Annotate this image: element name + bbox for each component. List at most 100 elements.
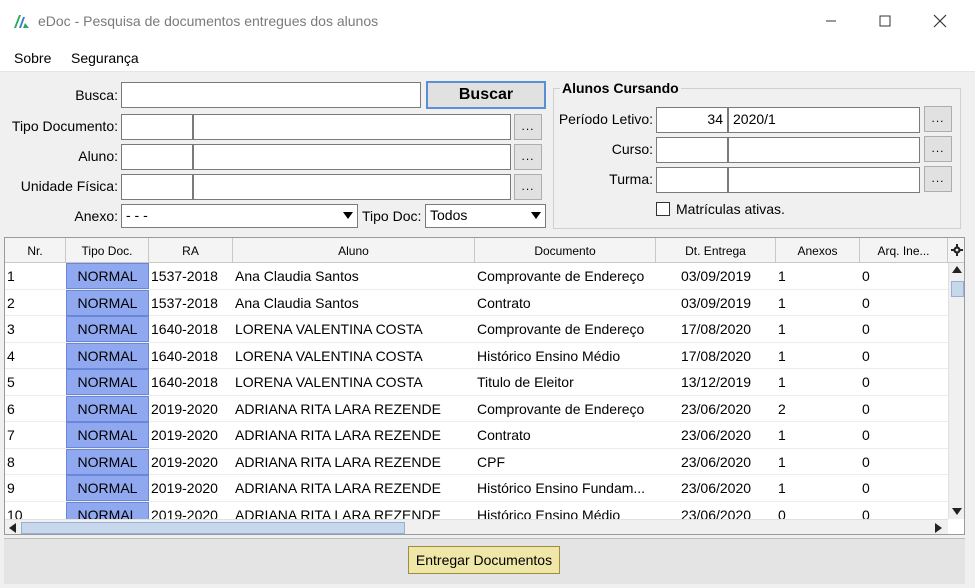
scroll-up-icon[interactable] (952, 266, 962, 273)
tipo-documento-name-input[interactable] (193, 114, 511, 140)
cell-ra: 2019-2020 (151, 453, 218, 470)
vertical-scroll-thumb[interactable] (951, 281, 964, 297)
curso-name-input[interactable] (728, 137, 920, 163)
cell-dt-entrega: 23/06/2020 (680, 453, 752, 470)
table-row[interactable]: 3 NORMAL 1640-2018 LORENA VALENTINA COST… (5, 316, 948, 343)
table-row[interactable]: 6 NORMAL 2019-2020 ADRIANA RITA LARA REZ… (5, 395, 948, 422)
tipo-doc-label: Tipo Doc: (362, 208, 422, 224)
scroll-left-icon[interactable] (9, 523, 16, 533)
tipo-documento-code-input[interactable] (121, 114, 193, 140)
tipo-doc-select[interactable]: Todos (425, 204, 546, 228)
menu-seguranca[interactable]: Segurança (71, 50, 139, 66)
column-header-documento[interactable]: Documento (475, 238, 656, 263)
column-header-arq-ine[interactable]: Arq. Ine... (860, 238, 948, 263)
scroll-right-icon[interactable] (935, 523, 942, 533)
cell-nr: 7 (7, 427, 15, 443)
cell-arq-ine: 0 (862, 347, 870, 364)
busca-label: Busca: (75, 87, 118, 103)
busca-input[interactable] (121, 82, 421, 108)
cell-tipo-doc: NORMAL (66, 316, 149, 342)
cell-tipo-doc: NORMAL (66, 342, 149, 369)
curso-code-input[interactable] (656, 137, 728, 163)
window-title: eDoc - Pesquisa de documentos entregues … (38, 13, 379, 29)
scroll-down-icon[interactable] (952, 508, 962, 515)
table-row[interactable]: 4 NORMAL 1640-2018 LORENA VALENTINA COST… (5, 342, 948, 369)
unidade-fisica-lookup-button[interactable]: ... (514, 174, 542, 200)
anexo-select[interactable]: - - - (121, 204, 358, 228)
unidade-fisica-name-input[interactable] (193, 174, 511, 200)
edoc-logo-icon (14, 15, 29, 28)
cell-nr: 5 (7, 374, 15, 390)
maximize-icon (879, 15, 891, 27)
cell-ra: 1640-2018 (151, 374, 218, 390)
close-icon (933, 14, 947, 28)
tipo-doc-select-value: Todos (430, 207, 468, 223)
grid-settings-button[interactable] (948, 238, 964, 263)
column-header-ra[interactable]: RA (149, 238, 233, 263)
column-header-tipo-doc[interactable]: Tipo Doc. (66, 238, 149, 263)
cell-aluno: ADRIANA RITA LARA REZENDE (235, 453, 441, 470)
table-row[interactable]: 2 NORMAL 1537-2018 Ana Claudia Santos Co… (5, 289, 948, 316)
cell-nr: 1 (7, 268, 15, 284)
cell-anexos: 1 (778, 374, 786, 390)
buscar-button[interactable]: Buscar (426, 81, 546, 109)
cell-anexos: 1 (778, 347, 786, 364)
column-header-aluno[interactable]: Aluno (233, 238, 475, 263)
cell-documento: Titulo de Eleitor (477, 374, 574, 390)
aluno-lookup-button[interactable]: ... (514, 144, 542, 170)
cell-documento: CPF (477, 453, 505, 470)
turma-code-input[interactable] (656, 167, 728, 193)
curso-lookup-button[interactable]: ... (924, 136, 952, 162)
cell-arq-ine: 0 (862, 480, 870, 496)
minimize-button[interactable] (804, 0, 858, 42)
cell-aluno: ADRIANA RITA LARA REZENDE (235, 427, 441, 443)
table-row[interactable]: 10 NORMAL 2019-2020 ADRIANA RITA LARA RE… (5, 501, 948, 520)
gear-icon (950, 244, 963, 256)
table-row[interactable]: 9 NORMAL 2019-2020 ADRIANA RITA LARA REZ… (5, 475, 948, 502)
cell-anexos: 1 (778, 294, 786, 311)
cell-aluno: LORENA VALENTINA COSTA (235, 347, 423, 364)
periodo-letivo-code-input[interactable]: 34 (656, 107, 728, 133)
cell-ra: 1537-2018 (151, 294, 218, 311)
column-header-dt-entrega[interactable]: Dt. Entrega (656, 238, 776, 263)
cell-ra: 1537-2018 (151, 268, 218, 284)
vertical-scrollbar[interactable] (948, 263, 964, 519)
column-header-anexos[interactable]: Anexos (776, 238, 860, 263)
cell-aluno: LORENA VALENTINA COSTA (235, 321, 423, 337)
menu-sobre[interactable]: Sobre (14, 50, 51, 66)
unidade-fisica-label: Unidade Física: (20, 178, 118, 194)
cell-arq-ine: 0 (862, 294, 870, 311)
cell-documento: Histórico Ensino Fundam... (477, 480, 646, 496)
table-row[interactable]: 5 NORMAL 1640-2018 LORENA VALENTINA COST… (5, 369, 948, 396)
column-header-nr[interactable]: Nr. (5, 238, 66, 263)
periodo-letivo-lookup-button[interactable]: ... (924, 106, 952, 132)
documents-grid: Nr. Tipo Doc. RA Aluno Documento Dt. Ent… (4, 237, 965, 535)
turma-name-input[interactable] (728, 167, 920, 193)
cell-tipo-doc: NORMAL (66, 395, 149, 422)
turma-lookup-button[interactable]: ... (924, 166, 952, 192)
maximize-button[interactable] (858, 0, 912, 42)
cell-anexos: 1 (778, 480, 786, 496)
cell-arq-ine: 0 (862, 321, 870, 337)
horizontal-scrollbar[interactable] (5, 519, 948, 534)
cell-dt-entrega: 23/06/2020 (680, 480, 752, 496)
cell-documento: Contrato (477, 427, 531, 443)
aluno-name-input[interactable] (193, 144, 511, 170)
table-row[interactable]: 7 NORMAL 2019-2020 ADRIANA RITA LARA REZ… (5, 422, 948, 449)
cell-arq-ine: 0 (862, 374, 870, 390)
cell-ra: 2019-2020 (151, 506, 218, 520)
periodo-letivo-name-input[interactable]: 2020/1 (728, 107, 920, 133)
table-row[interactable]: 8 NORMAL 2019-2020 ADRIANA RITA LARA REZ… (5, 448, 948, 475)
cell-ra: 2019-2020 (151, 480, 218, 496)
cell-dt-entrega: 23/06/2020 (680, 427, 752, 443)
aluno-label: Aluno: (78, 148, 118, 164)
horizontal-scroll-thumb[interactable] (21, 522, 405, 534)
matriculas-ativas-checkbox[interactable] (656, 202, 670, 216)
close-button[interactable] (913, 0, 967, 42)
unidade-fisica-code-input[interactable] (121, 174, 193, 200)
tipo-documento-lookup-button[interactable]: ... (514, 114, 542, 140)
entregar-documentos-button[interactable]: Entregar Documentos (408, 546, 560, 574)
aluno-code-input[interactable] (121, 144, 193, 170)
table-row[interactable]: 1 NORMAL 1537-2018 Ana Claudia Santos Co… (5, 263, 948, 290)
cell-anexos: 1 (778, 427, 786, 443)
